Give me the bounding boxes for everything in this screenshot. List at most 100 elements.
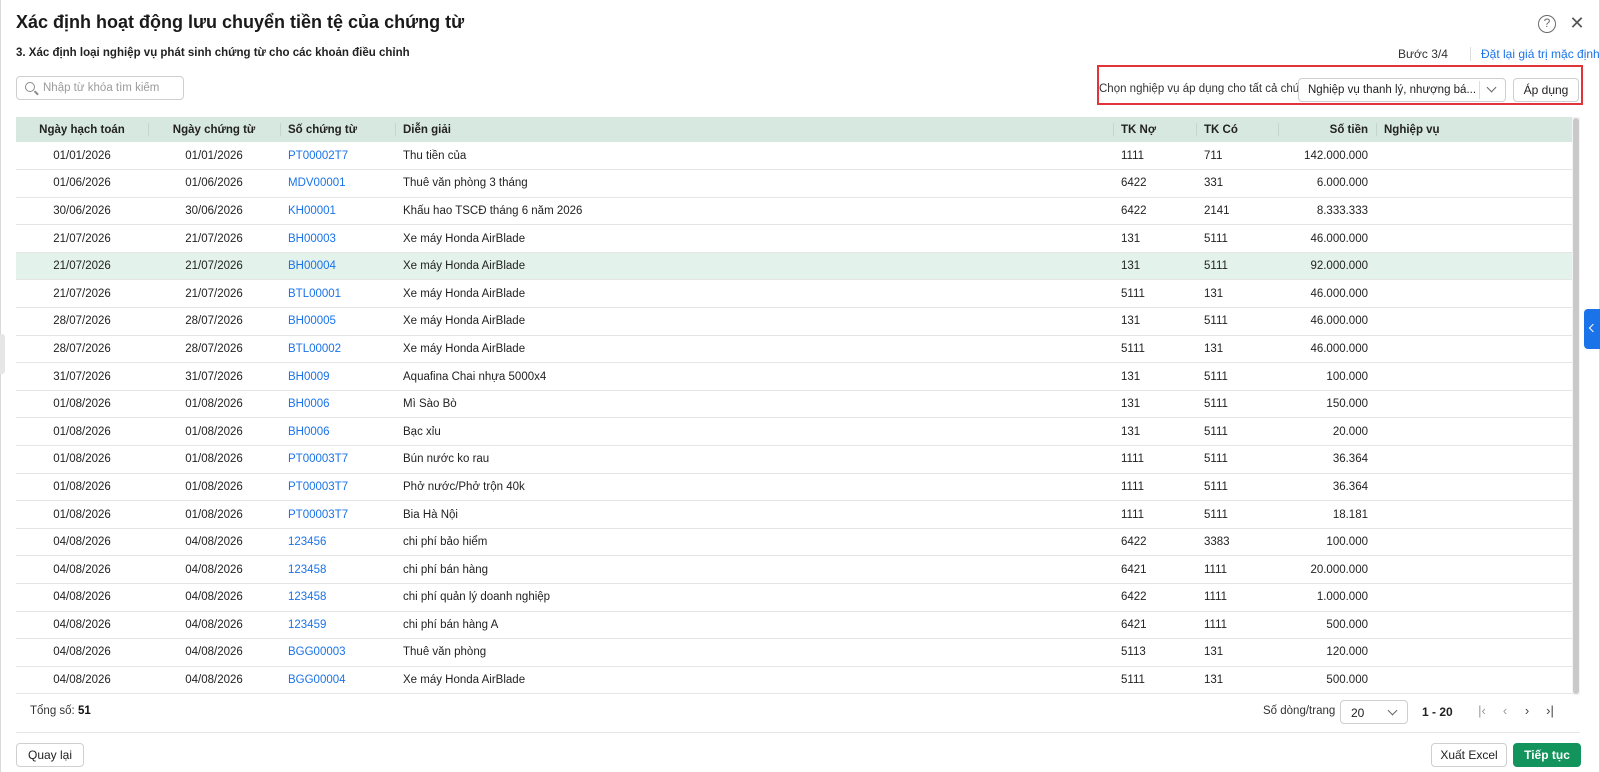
prev-page-icon[interactable]: ‹ [1498, 704, 1512, 718]
table-row[interactable]: 21/07/2026 21/07/2026 BH00003 Xe máy Honda … [16, 225, 1572, 253]
cell-amount: 18.181 [1332, 508, 1368, 521]
cell-voucher-no[interactable]: BGG00003 [280, 639, 395, 667]
help-icon[interactable]: ? [1538, 15, 1556, 33]
cell-voucher-no[interactable]: 123458 [280, 556, 395, 584]
cell-voucher-no[interactable]: BH0006 [280, 418, 395, 446]
table-row[interactable]: 04/08/2026 04/08/2026 123459 chi phí bán hà… [16, 611, 1572, 639]
table-row[interactable]: 21/07/2026 21/07/2026 BTL00001 Xe máy Honda… [16, 280, 1572, 308]
table-row[interactable]: 31/07/2026 31/07/2026 BH0009 Aquafina Chai … [16, 363, 1572, 391]
cell-voucher-no[interactable]: BGG00004 [280, 666, 395, 694]
resize-handle[interactable] [0, 334, 5, 374]
close-icon[interactable]: ✕ [1568, 13, 1586, 33]
table-row[interactable]: 04/08/2026 04/08/2026 BGG00003 Thuê văn phò… [16, 639, 1572, 667]
chevron-down-icon[interactable] [1387, 705, 1398, 716]
col-header-credit-account[interactable]: TK Có [1196, 117, 1278, 142]
export-excel-button[interactable]: Xuất Excel [1431, 743, 1507, 767]
cell-description: chi phí quản lý doanh nghiệp [403, 591, 551, 604]
cell-business-type[interactable] [1376, 611, 1572, 639]
col-header-description[interactable]: Diễn giải [395, 117, 1113, 142]
table-row[interactable]: 30/06/2026 30/06/2026 KH00001 Khấu hao TSCĐ… [16, 197, 1572, 225]
table-row[interactable]: 21/07/2026 21/07/2026 BH00004 Xe máy Honda … [16, 252, 1572, 280]
table-row[interactable]: 04/08/2026 04/08/2026 123458 chi phí quản l… [16, 584, 1572, 612]
continue-button[interactable]: Tiếp tục [1513, 743, 1581, 767]
cell-voucher-no[interactable]: PT00003T7 [280, 446, 395, 474]
cell-business-type[interactable] [1376, 335, 1572, 363]
apply-button[interactable]: Áp dụng [1513, 78, 1579, 102]
cell-business-type[interactable] [1376, 197, 1572, 225]
cell-voucher-no[interactable]: 123459 [280, 611, 395, 639]
table-row[interactable]: 01/08/2026 01/08/2026 BH0006 Mì Sào Bò 131 51… [16, 390, 1572, 418]
table-row[interactable]: 04/08/2026 04/08/2026 BGG00004 Xe máy Honda… [16, 666, 1572, 694]
cell-voucher-no[interactable]: BTL00002 [280, 335, 395, 363]
cell-business-type[interactable] [1376, 556, 1572, 584]
cell-business-type[interactable] [1376, 639, 1572, 667]
cell-business-type[interactable] [1376, 390, 1572, 418]
cell-voucher-no[interactable]: BH0006 [280, 390, 395, 418]
cell-business-type[interactable] [1376, 280, 1572, 308]
table-row[interactable]: 01/01/2026 01/01/2026 PT00002T7 Thu tiền củ… [16, 142, 1572, 170]
table-row[interactable]: 04/08/2026 04/08/2026 123456 chi phí bảo hi… [16, 528, 1572, 556]
table-row[interactable]: 01/06/2026 01/06/2026 MDV00001 Thuê văn phò… [16, 170, 1572, 198]
cell-voucher-no[interactable]: MDV00001 [280, 170, 395, 198]
cell-business-type[interactable] [1376, 666, 1572, 694]
cell-posting-date: 01/08/2026 [53, 398, 111, 411]
cell-voucher-no[interactable]: PT00003T7 [280, 501, 395, 529]
search-box[interactable] [16, 76, 184, 100]
table-row[interactable]: 04/08/2026 04/08/2026 123458 chi phí bán hà… [16, 556, 1572, 584]
last-page-icon[interactable]: ›| [1543, 704, 1557, 718]
cell-business-type[interactable] [1376, 363, 1572, 391]
cell-debit-account: 131 [1121, 260, 1141, 273]
cell-business-type[interactable] [1376, 501, 1572, 529]
cell-voucher-no[interactable]: BH00003 [280, 225, 395, 253]
col-header-voucher-no[interactable]: Số chứng từ [280, 117, 395, 142]
col-header-voucher-date[interactable]: Ngày chứng từ [148, 117, 280, 142]
cell-business-type[interactable] [1376, 473, 1572, 501]
table-row[interactable]: 28/07/2026 28/07/2026 BTL00002 Xe máy Honda… [16, 335, 1572, 363]
cell-business-type[interactable] [1376, 528, 1572, 556]
cell-business-type[interactable] [1376, 418, 1572, 446]
cell-voucher-no[interactable]: KH00001 [280, 197, 395, 225]
cell-description: Xe máy Honda AirBlade [403, 232, 526, 245]
side-panel-toggle[interactable] [1584, 309, 1600, 349]
col-header-business-type[interactable]: Nghiệp vụ [1376, 117, 1572, 142]
rows-per-page-select[interactable]: 20 [1340, 700, 1408, 724]
table-scrollbar-thumb[interactable] [1573, 118, 1579, 694]
next-page-icon[interactable]: › [1520, 704, 1534, 718]
search-input[interactable] [41, 79, 181, 97]
rows-per-page-value: 20 [1351, 706, 1365, 720]
cell-business-type[interactable] [1376, 584, 1572, 612]
cell-voucher-no[interactable]: PT00003T7 [280, 473, 395, 501]
cell-business-type[interactable] [1376, 446, 1572, 474]
cell-business-type[interactable] [1376, 308, 1572, 336]
cell-credit-account: 5111 [1204, 508, 1228, 521]
cell-business-type[interactable] [1376, 142, 1572, 170]
cell-voucher-no[interactable]: 123458 [280, 584, 395, 612]
table-row[interactable]: 01/08/2026 01/08/2026 PT00003T7 Bia Hà Nội 1… [16, 501, 1572, 529]
cell-posting-date: 31/07/2026 [53, 370, 111, 383]
col-header-amount[interactable]: Số tiền [1278, 117, 1376, 142]
col-header-posting-date[interactable]: Ngày hạch toán [16, 117, 148, 142]
cell-voucher-no[interactable]: BTL00001 [280, 280, 395, 308]
table-row[interactable]: 28/07/2026 28/07/2026 BH00005 Xe máy Honda … [16, 308, 1572, 336]
cell-voucher-no[interactable]: BH0009 [280, 363, 395, 391]
back-button[interactable]: Quay lại [16, 743, 84, 767]
dialog-title: Xác định hoạt động lưu chuyển tiền tệ củ… [16, 12, 465, 32]
cell-voucher-no[interactable]: BH00005 [280, 308, 395, 336]
cell-voucher-no[interactable]: 123456 [280, 528, 395, 556]
first-page-icon[interactable]: |‹ [1475, 704, 1489, 718]
chevron-down-icon[interactable] [1486, 82, 1497, 93]
cell-business-type[interactable] [1376, 170, 1572, 198]
reset-default-link[interactable]: Đặt lại giá trị mặc định [1470, 47, 1600, 61]
table-row[interactable]: 01/08/2026 01/08/2026 PT00003T7 Bún nước ko… [16, 446, 1572, 474]
cell-credit-account: 5111 [1204, 370, 1228, 383]
business-type-select[interactable]: Nghiệp vụ thanh lý, nhượng bá... [1298, 78, 1506, 102]
table-row[interactable]: 01/08/2026 01/08/2026 BH0006 Bạc xỉu 131 5111… [16, 418, 1572, 446]
cell-business-type[interactable] [1376, 252, 1572, 280]
table-row[interactable]: 01/08/2026 01/08/2026 PT00003T7 Phở nước/Ph… [16, 473, 1572, 501]
cell-posting-date: 21/07/2026 [53, 260, 111, 273]
cell-voucher-no[interactable]: PT00002T7 [280, 142, 395, 170]
cell-business-type[interactable] [1376, 225, 1572, 253]
cell-voucher-no[interactable]: BH00004 [280, 252, 395, 280]
col-header-debit-account[interactable]: TK Nợ [1113, 117, 1196, 142]
cell-debit-account: 6421 [1121, 563, 1147, 576]
